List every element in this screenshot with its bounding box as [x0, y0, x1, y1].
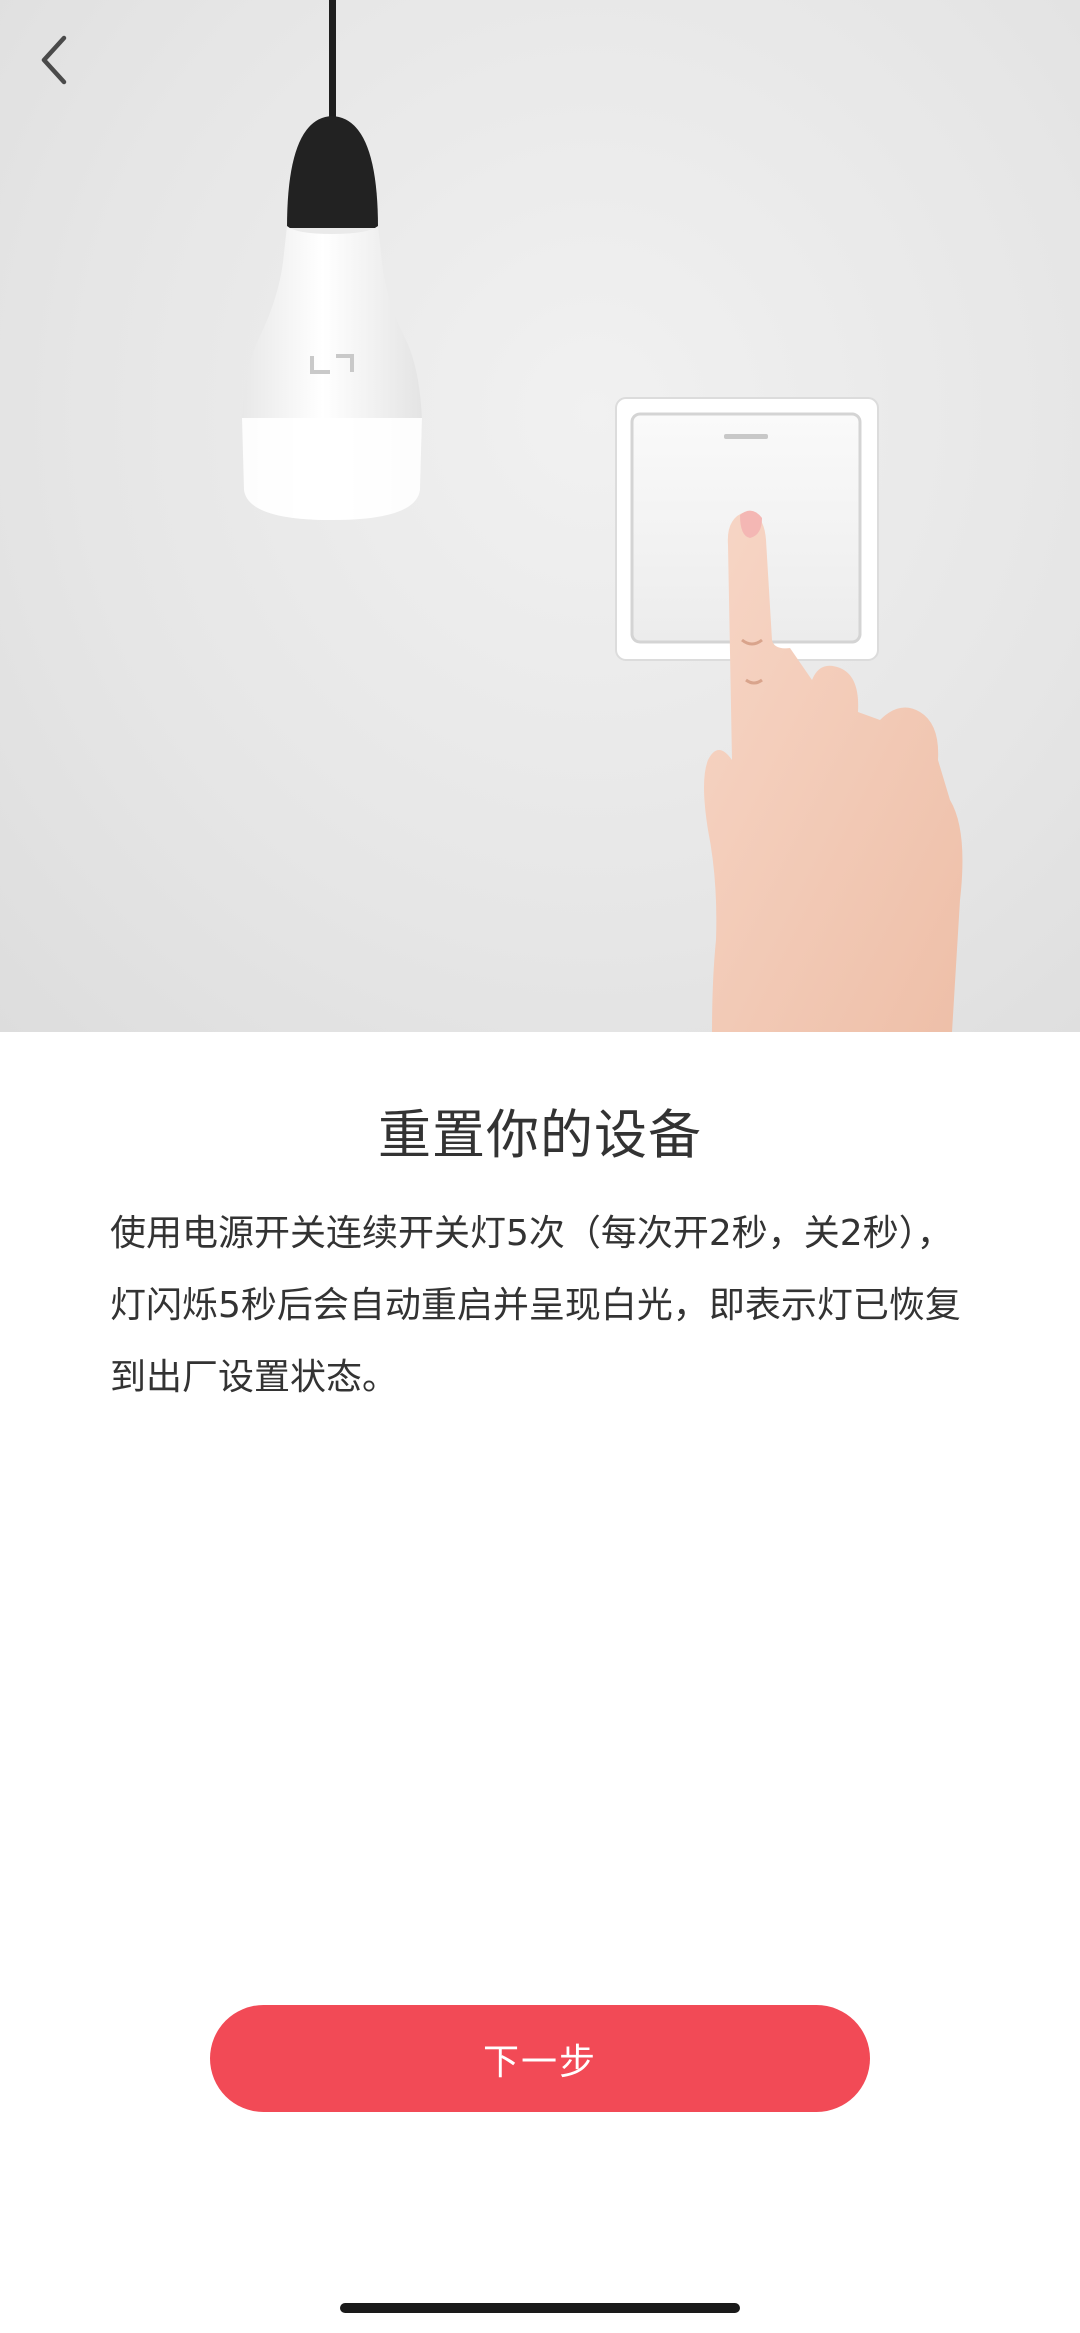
bulb-cord	[329, 0, 336, 118]
page-title: 重置你的设备	[378, 1105, 702, 1166]
home-indicator[interactable]	[340, 2303, 740, 2313]
chevron-left-icon	[41, 35, 67, 85]
hero-illustration	[0, 0, 1080, 1032]
light-bulb-icon	[242, 116, 422, 520]
reset-illustration	[242, 0, 963, 1032]
reset-instructions: 使用电源开关连续开关灯5次（每次开2秒，关2秒），灯闪烁5秒后会自动重启并呈现白…	[110, 1213, 961, 1398]
next-step-button[interactable]: 下一步	[210, 2005, 870, 2112]
back-button[interactable]	[36, 34, 86, 94]
